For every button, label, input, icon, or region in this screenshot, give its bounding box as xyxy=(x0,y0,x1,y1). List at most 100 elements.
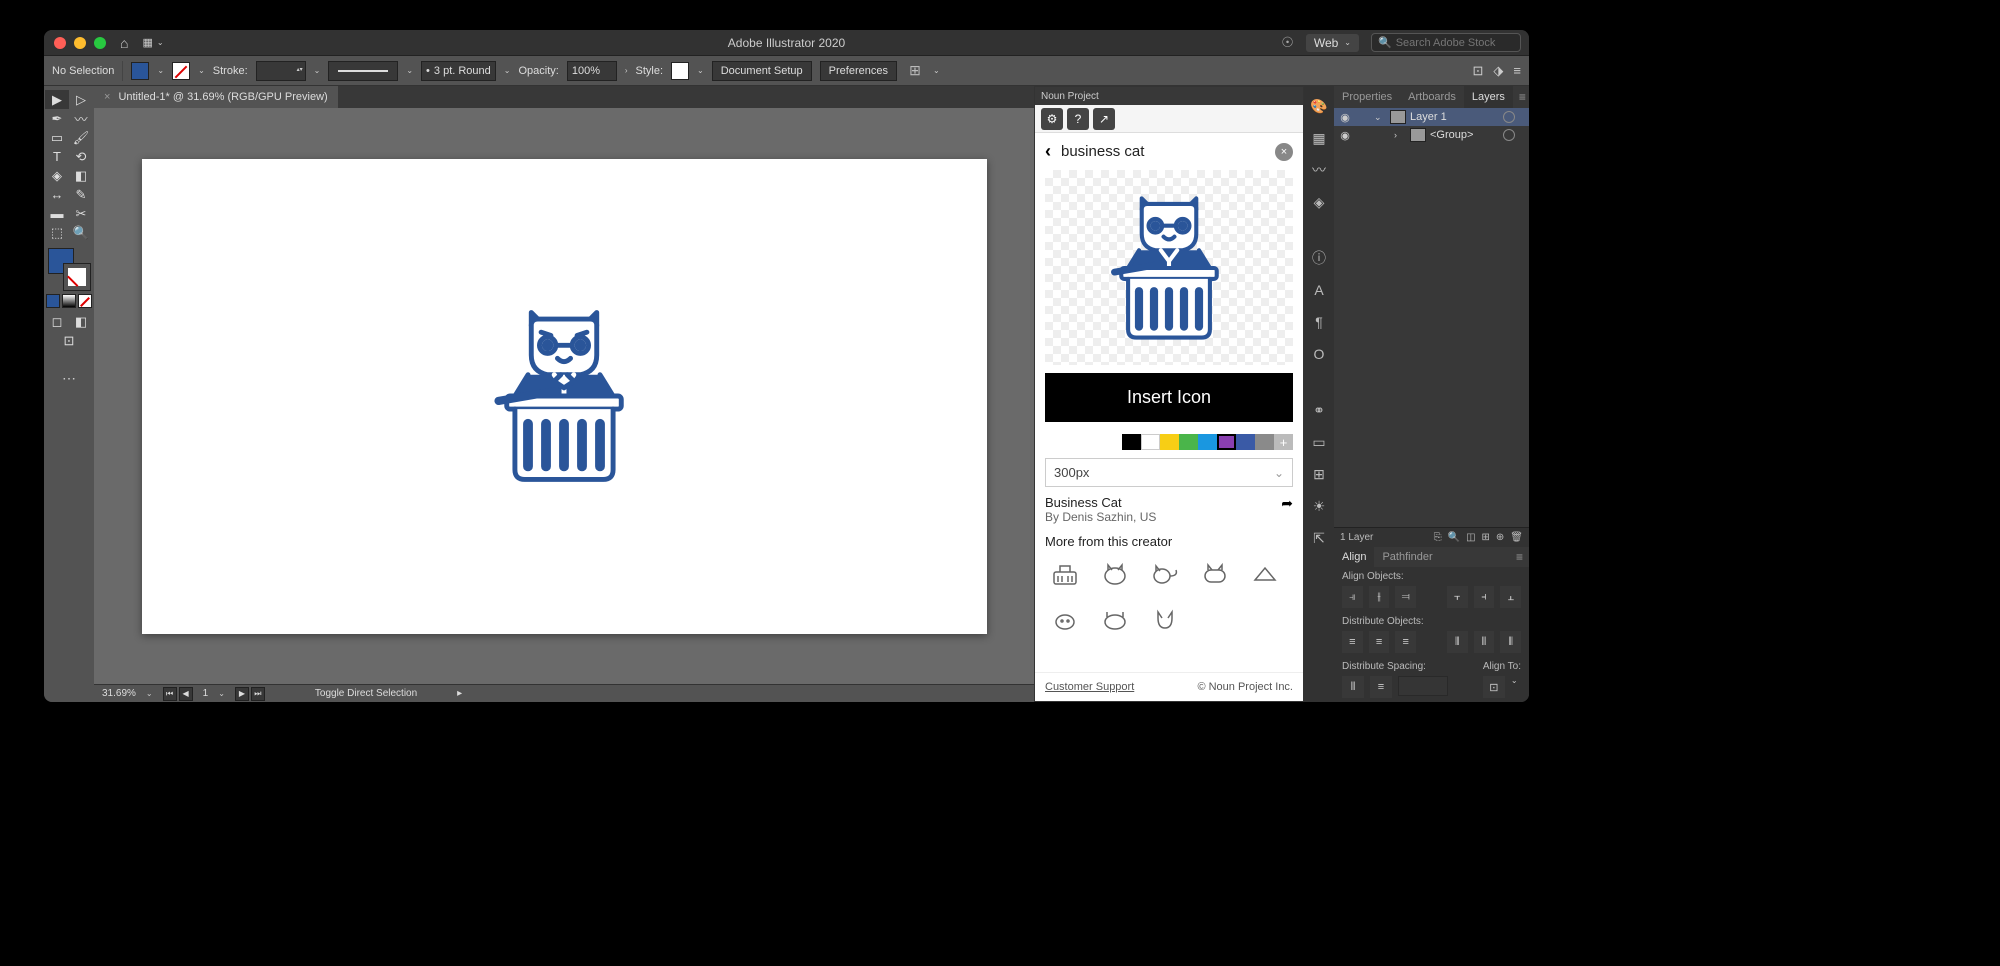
play-icon[interactable]: ▸ xyxy=(457,688,462,699)
new-sublayer-icon[interactable]: ⊞ xyxy=(1482,532,1490,543)
find-icon[interactable]: 🔍 xyxy=(1448,532,1460,543)
swatches-panel-icon[interactable]: ▦ xyxy=(1309,128,1329,148)
symbols-panel-icon[interactable]: ◈ xyxy=(1309,192,1329,212)
noun-back-icon[interactable]: ‹ xyxy=(1045,141,1051,162)
color-swatch[interactable] xyxy=(1122,434,1141,450)
document-tab[interactable]: ×Untitled-1* @ 31.69% (RGB/GPU Preview) xyxy=(94,86,338,108)
target-icon[interactable] xyxy=(1503,129,1515,141)
color-mode-solid[interactable] xyxy=(46,294,60,308)
new-layer-icon[interactable]: ⊕ xyxy=(1496,532,1504,543)
noun-share-arrow-icon[interactable]: ➦ xyxy=(1281,495,1293,512)
arrange-docs[interactable]: ▦⌄ xyxy=(142,36,163,49)
opacity-input[interactable]: 100% xyxy=(567,61,617,81)
character-panel-icon[interactable]: A xyxy=(1309,280,1329,300)
target-icon[interactable] xyxy=(1503,111,1515,123)
visibility-toggle[interactable]: ◉ xyxy=(1338,129,1352,142)
visibility-toggle[interactable]: ◉ xyxy=(1338,111,1352,124)
asset-export-panel-icon[interactable]: ⇱ xyxy=(1309,528,1329,548)
stroke-swatch[interactable] xyxy=(172,62,190,80)
curvature-tool[interactable]: 〰 xyxy=(69,109,93,128)
related-icon[interactable] xyxy=(1099,605,1131,633)
artboard[interactable] xyxy=(142,159,987,634)
noun-share-icon[interactable]: ↗ xyxy=(1093,108,1115,130)
dist-space-v[interactable]: ⦀ xyxy=(1342,676,1364,698)
minimize-window[interactable] xyxy=(74,37,86,49)
zoom-tool[interactable]: 🔍 xyxy=(69,223,93,242)
noun-clear-search[interactable]: × xyxy=(1275,143,1293,161)
properties-tab[interactable]: Properties xyxy=(1334,86,1400,108)
align-top[interactable]: ⫟ xyxy=(1447,586,1468,608)
layer-row[interactable]: ◉ ⌄ Layer 1 xyxy=(1334,108,1529,126)
stroke-weight[interactable]: ▴▾ xyxy=(256,61,306,81)
locate-object-icon[interactable]: ⎘ xyxy=(1434,532,1442,543)
opentype-panel-icon[interactable]: O xyxy=(1309,344,1329,364)
color-swatch[interactable] xyxy=(1217,434,1236,450)
selection-tool[interactable]: ▶ xyxy=(45,90,69,109)
artboards-tab[interactable]: Artboards xyxy=(1400,86,1464,108)
stock-search[interactable]: 🔍 xyxy=(1371,33,1521,52)
width-tool[interactable]: ↔ xyxy=(45,185,69,204)
related-icon[interactable] xyxy=(1249,559,1281,587)
close-window[interactable] xyxy=(54,37,66,49)
color-swatch[interactable] xyxy=(1141,434,1160,450)
gradient-tool[interactable]: ▬ xyxy=(45,204,69,223)
layer-row[interactable]: ◉ › <Group> xyxy=(1334,126,1529,144)
draw-behind[interactable]: ◧ xyxy=(69,312,93,331)
color-swatch[interactable] xyxy=(1236,434,1255,450)
color-swatch[interactable] xyxy=(1160,434,1179,450)
rectangle-tool[interactable]: ▭ xyxy=(45,128,69,147)
close-tab-icon[interactable]: × xyxy=(104,91,110,103)
noun-help-icon[interactable]: ? xyxy=(1067,108,1089,130)
clip-mask-icon[interactable]: ◫ xyxy=(1466,532,1475,543)
twirl-icon[interactable]: › xyxy=(1394,130,1406,140)
related-icon[interactable] xyxy=(1049,559,1081,587)
brush-def[interactable]: • 3 pt. Round xyxy=(421,61,496,81)
shape-builder-tool[interactable]: ◈ xyxy=(45,166,69,185)
style-swatch[interactable] xyxy=(671,62,689,80)
related-icon[interactable] xyxy=(1149,605,1181,633)
dist-top[interactable]: ≡ xyxy=(1342,631,1363,653)
edit-toolbar[interactable]: ⋯ xyxy=(62,370,76,387)
align-bottom[interactable]: ⫠ xyxy=(1500,586,1521,608)
dist-vcenter[interactable]: ≡ xyxy=(1369,631,1390,653)
info-panel-icon[interactable]: ⓘ xyxy=(1309,248,1329,268)
last-artboard[interactable]: ⏭ xyxy=(251,687,265,701)
pathfinder-tab[interactable]: Pathfinder xyxy=(1374,547,1440,567)
fill-swatch[interactable] xyxy=(131,62,149,80)
color-panel-icon[interactable]: 🎨 xyxy=(1309,96,1329,116)
dist-left[interactable]: ⦀ xyxy=(1447,631,1468,653)
fill-stroke[interactable] xyxy=(48,248,90,290)
panel-menu-icon[interactable]: ≡ xyxy=(1513,90,1529,104)
artboard-tool[interactable]: ⬚ xyxy=(45,223,69,242)
align-vcenter[interactable]: ⫞ xyxy=(1474,586,1495,608)
draw-normal[interactable]: ◻ xyxy=(45,312,69,331)
eyedropper-tool[interactable]: ✎ xyxy=(69,185,93,204)
related-icon[interactable] xyxy=(1149,559,1181,587)
gpu-icon[interactable]: ⊡ xyxy=(1473,63,1484,79)
align-to-button[interactable]: ⊡ xyxy=(1483,676,1505,698)
insert-icon-button[interactable]: Insert Icon xyxy=(1045,373,1293,422)
next-artboard[interactable]: ▶ xyxy=(235,687,249,701)
color-mode-none[interactable] xyxy=(78,294,92,308)
related-icon[interactable] xyxy=(1199,559,1231,587)
type-tool[interactable]: T xyxy=(45,147,69,166)
layer-name[interactable]: <Group> xyxy=(1430,129,1499,141)
stock-search-input[interactable] xyxy=(1396,37,1529,49)
zoom-level[interactable]: 31.69% xyxy=(102,688,136,699)
noun-size-select[interactable]: 300px⌄ xyxy=(1045,458,1293,487)
layer-name[interactable]: Layer 1 xyxy=(1410,111,1499,123)
rotate-tool[interactable]: ⟲ xyxy=(69,147,93,166)
menu-icon[interactable]: ≡ xyxy=(1513,63,1521,79)
paintbrush-tool[interactable]: 🖌 xyxy=(69,128,93,147)
align-right[interactable]: ⫤ xyxy=(1395,586,1416,608)
add-color[interactable]: + xyxy=(1274,434,1293,450)
artboards-panel-icon[interactable]: ▭ xyxy=(1309,432,1329,452)
artboard-number[interactable]: 1 xyxy=(203,688,209,699)
dist-bottom[interactable]: ≡ xyxy=(1395,631,1416,653)
customer-support-link[interactable]: Customer Support xyxy=(1045,681,1134,693)
prev-artboard[interactable]: ◀ xyxy=(179,687,193,701)
pen-tool[interactable]: ✒ xyxy=(45,109,69,128)
twirl-icon[interactable]: ⌄ xyxy=(1374,112,1386,123)
workspace-switcher[interactable]: Web⌄ xyxy=(1306,34,1359,52)
align-left[interactable]: ⫣ xyxy=(1342,586,1363,608)
